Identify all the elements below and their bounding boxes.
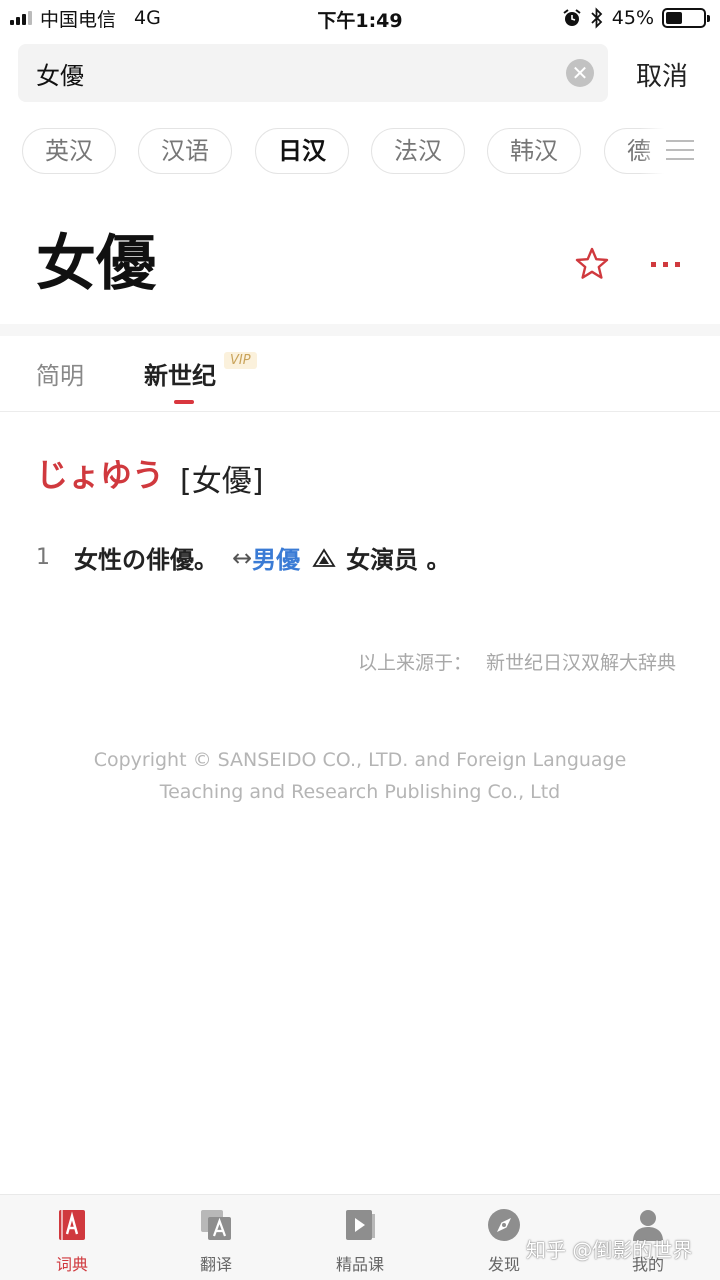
- compass-icon: [488, 1209, 520, 1241]
- dictionary-icon: [59, 1210, 85, 1240]
- status-right: 45%: [562, 0, 710, 36]
- kana-reading: じょゆう: [36, 456, 165, 494]
- sense-row: 1 女性の俳優。 ↔ 男優 女演员 。: [36, 540, 450, 575]
- source-name[interactable]: 新世纪日汉双解大辞典: [486, 652, 676, 674]
- alarm-icon: [563, 9, 581, 26]
- lang-tab-en-zh[interactable]: 英汉: [22, 128, 116, 174]
- more-icon[interactable]: [650, 256, 682, 272]
- sense-definition: 女性の俳優。: [74, 546, 218, 574]
- nav-dictionary[interactable]: 词典: [27, 1207, 117, 1275]
- menu-icon[interactable]: [666, 140, 694, 167]
- copyright-notice: Copyright © SANSEIDO CO., LTD. and Forei…: [60, 744, 660, 808]
- nav-label-courses: 精品课: [335, 1255, 384, 1274]
- battery-percent: 45%: [611, 7, 654, 29]
- translate-icon: [201, 1210, 231, 1240]
- search-row: ✕ 取消: [0, 42, 720, 104]
- kanji-form: [女優]: [180, 464, 264, 499]
- nav-translate[interactable]: 翻译: [171, 1207, 261, 1275]
- tab-concise[interactable]: 简明: [36, 356, 84, 391]
- dictionary-tabs: 简明 新世纪 VIP: [0, 336, 720, 412]
- headword: 女優: [36, 229, 156, 299]
- lang-tab-ko-zh[interactable]: 韩汉: [487, 128, 581, 174]
- chinese-translation-icon: [312, 547, 336, 567]
- nav-label-translate: 翻译: [199, 1255, 232, 1274]
- tab-indicator: [174, 400, 194, 404]
- antonym-arrow: ↔: [232, 543, 253, 572]
- tab-new-century[interactable]: 新世纪: [144, 356, 216, 391]
- lang-tab-zh[interactable]: 汉语: [138, 128, 232, 174]
- search-box[interactable]: ✕: [18, 44, 608, 102]
- lang-tab-ja-zh[interactable]: 日汉: [255, 128, 349, 174]
- copyright-line-2: Teaching and Research Publishing Co., Lt…: [159, 781, 561, 803]
- copyright-line-1: Copyright © SANSEIDO CO., LTD. and Forei…: [93, 749, 627, 771]
- nav-courses[interactable]: 精品课: [315, 1207, 405, 1275]
- bluetooth-icon: [591, 7, 603, 29]
- chinese-translation: 女演员 。: [346, 546, 451, 574]
- source-label: 以上来源于：: [357, 652, 472, 674]
- cancel-button[interactable]: 取消: [620, 56, 704, 93]
- clear-icon[interactable]: ✕: [566, 59, 594, 87]
- course-icon: [346, 1210, 375, 1240]
- status-bar: 中国电信 4G 下午1:49 45%: [0, 0, 720, 36]
- vip-badge: VIP: [224, 352, 257, 369]
- section-divider: [0, 324, 720, 336]
- star-icon[interactable]: [574, 246, 610, 282]
- cross-reference-link[interactable]: 男優: [252, 540, 300, 575]
- nav-label-dictionary: 词典: [55, 1255, 88, 1274]
- battery-level: [666, 12, 683, 24]
- search-input[interactable]: [18, 59, 538, 87]
- source-note: 以上来源于： 新世纪日汉双解大辞典: [358, 648, 676, 675]
- watermark: 知乎 @倒影的世界: [526, 1238, 693, 1262]
- battery-icon: [662, 8, 710, 28]
- sense-number: 1: [36, 545, 50, 570]
- language-tabs: 英汉 汉语 日汉 法汉 韩汉 德: [0, 126, 720, 178]
- lang-tab-fr-zh[interactable]: 法汉: [371, 128, 465, 174]
